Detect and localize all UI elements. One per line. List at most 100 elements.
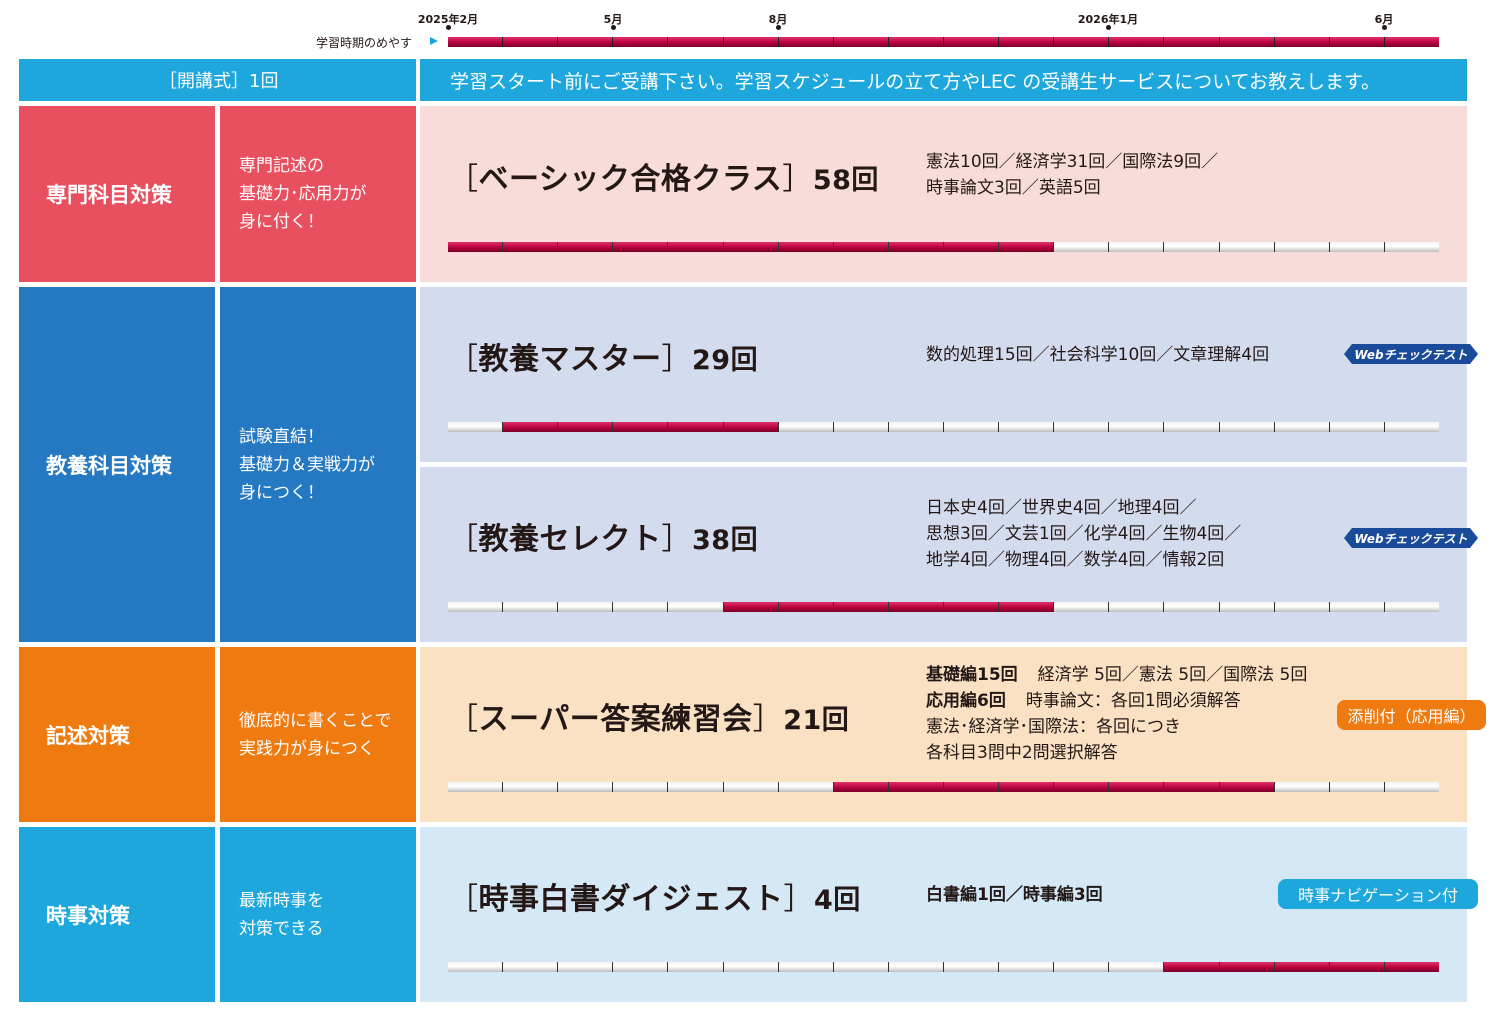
schedule-segment	[724, 782, 779, 792]
schedule-segment	[1275, 602, 1330, 612]
course-name: ベーシック合格クラス	[478, 162, 783, 197]
schedule-segment	[503, 962, 559, 972]
tensaku-badge: 添削付（応用編）	[1337, 700, 1486, 730]
schedule-segment	[1164, 602, 1220, 612]
bracket-close: ］	[661, 342, 692, 377]
desc-line: 身に付く！	[239, 212, 324, 232]
schedule-active-segment	[613, 242, 669, 252]
schedule-segment	[613, 962, 669, 972]
schedule-active-segment	[1164, 782, 1220, 792]
timeline-guide-label: 学習時期のめやす	[316, 36, 413, 50]
schedule-active-segment	[778, 242, 834, 252]
schedule-segment	[944, 422, 1000, 432]
course-count: 21回	[783, 705, 850, 736]
opening-ceremony-text: 学習スタート前にご受講下さい。学習スケジュールの立て方やLEC の受講生サービス…	[420, 59, 1467, 101]
schedule-active-segment	[999, 782, 1055, 792]
schedule-segment	[668, 962, 724, 972]
schedule-segment	[613, 602, 669, 612]
schedule-segment	[1164, 422, 1220, 432]
web-check-test-badge: Webチェックテスト	[1344, 528, 1478, 548]
tick-marker	[611, 25, 616, 30]
schedule-active-segment	[448, 242, 504, 252]
bracket-open: ［	[448, 702, 479, 737]
tick-marker	[776, 25, 781, 30]
schedule-active-segment	[558, 242, 614, 252]
desc-kijutsu: 徹底的に書くことで 実践力が身につく	[220, 647, 416, 822]
schedule-segment	[1385, 242, 1439, 252]
schedule-segment	[779, 422, 834, 432]
course-title-basic: ［ベーシック合格クラス］58回	[448, 154, 879, 198]
schedule-active-segment	[1109, 37, 1165, 47]
schedule-active-segment	[999, 37, 1055, 47]
course-detail-kyoyo-select: 日本史4回／世界史4回／地理4回／ 思想3回／文芸1回／化学4回／生物4回／ 地…	[926, 495, 1241, 573]
schedule-active-segment	[833, 242, 889, 252]
schedule-active-segment	[943, 242, 1000, 252]
schedule-segment	[1220, 242, 1275, 252]
schedule-segment	[999, 962, 1055, 972]
schedule-active-segment	[723, 242, 779, 252]
schedule-segment	[1275, 242, 1330, 252]
schedule-active-segment	[613, 37, 669, 47]
schedule-active-segment	[833, 782, 889, 792]
schedule-segment	[1385, 602, 1439, 612]
detail-line: 白書編1回／時事編3回	[926, 885, 1103, 905]
bar-super	[448, 782, 1439, 792]
schedule-active-segment	[999, 602, 1055, 612]
schedule-segment	[834, 422, 889, 432]
bracket-close: ］	[783, 882, 814, 917]
course-count: 58回	[812, 165, 879, 196]
schedule-segment	[1054, 242, 1110, 252]
course-name: スーパー答案練習会	[478, 702, 753, 737]
bar-basic	[448, 242, 1439, 252]
schedule-active-segment	[833, 37, 889, 47]
web-check-test-badge: Webチェックテスト	[1344, 344, 1478, 364]
course-title-kyoyo-select: ［教養セレクト］38回	[448, 514, 758, 558]
schedule-active-segment	[1219, 782, 1275, 792]
ouyou-text: 時事論文：各回1問必須解答	[1025, 691, 1241, 711]
schedule-active-segment	[558, 37, 614, 47]
bracket-open: ［	[448, 342, 479, 377]
course-name: 教養セレクト	[478, 522, 662, 557]
schedule-active-segment	[503, 422, 559, 432]
schedule-active-segment	[723, 37, 779, 47]
schedule-segment	[1330, 242, 1385, 252]
schedule-active-segment	[778, 602, 834, 612]
course-title-jiji: ［時事白書ダイジェスト］4回	[448, 874, 861, 918]
course-title-super: ［スーパー答案練習会］21回	[448, 694, 849, 738]
schedule-active-segment	[888, 602, 944, 612]
schedule-segment	[1385, 782, 1439, 792]
course-name: 教養マスター	[478, 342, 662, 377]
schedule-segment	[999, 422, 1055, 432]
schedule-segment	[1164, 242, 1220, 252]
schedule-segment	[503, 782, 559, 792]
schedule-active-segment	[613, 422, 669, 432]
opening-ceremony-label: ［開講式］1回	[19, 59, 416, 101]
schedule-segment	[1054, 962, 1110, 972]
schedule-active-segment	[999, 242, 1055, 252]
tick-marker	[1382, 25, 1387, 30]
schedule-active-segment	[778, 37, 834, 47]
course-name: 時事白書ダイジェスト	[478, 882, 784, 917]
schedule-segment	[1054, 602, 1110, 612]
desc-line: 基礎力＆実戦力が	[239, 454, 375, 475]
schedule-active-segment	[833, 602, 889, 612]
schedule-active-segment	[1164, 962, 1220, 972]
schedule-segment	[779, 782, 834, 792]
desc-line: 試験直結！	[239, 426, 324, 447]
schedule-active-segment	[503, 242, 559, 252]
detail-line: 数的処理15回／社会科学10回／文章理解4回	[926, 345, 1270, 365]
detail-line: 日本史4回／世界史4回／地理4回／	[926, 498, 1197, 518]
detail-line: 憲法･経済学･国際法：各回につき	[926, 717, 1181, 737]
schedule-segment	[558, 962, 614, 972]
detail-line: 各科目3問中2問選択解答	[926, 743, 1118, 763]
bracket-close: ］	[661, 522, 692, 557]
course-detail-kyoyo-master: 数的処理15回／社会科学10回／文章理解4回	[926, 342, 1269, 368]
schedule-segment	[668, 602, 724, 612]
desc-line: 徹底的に書くことで	[239, 710, 392, 731]
kiso-label: 基礎編15回	[926, 665, 1018, 685]
bracket-close: ］	[782, 162, 813, 197]
schedule-segment	[889, 422, 944, 432]
kiso-text: 経済学 5回／憲法 5回／国際法 5回	[1037, 665, 1308, 685]
schedule-active-segment	[1384, 962, 1439, 972]
schedule-active-segment	[943, 37, 1000, 47]
